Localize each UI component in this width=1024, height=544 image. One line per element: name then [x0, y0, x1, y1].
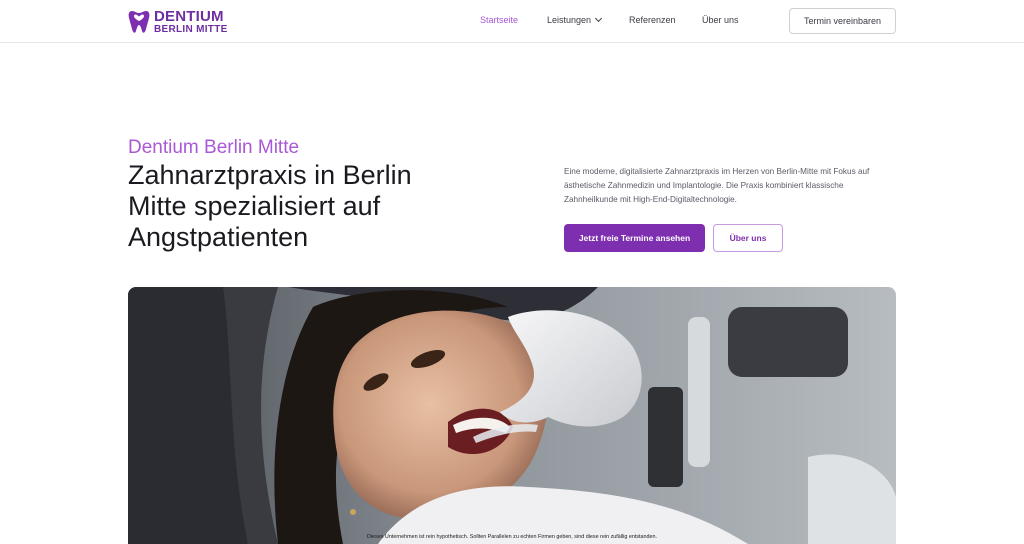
- view-appointments-button[interactable]: Jetzt freie Termine ansehen: [564, 224, 705, 252]
- tooth-logo-icon: [128, 11, 150, 33]
- brand-name: DENTIUM: [154, 8, 224, 25]
- hero-description: Eine moderne, digitalisierte Zahnarztpra…: [564, 167, 870, 204]
- chevron-down-icon: [595, 14, 603, 23]
- hero-photo: Dieses Unternehmen ist rein hypothetisch…: [128, 287, 896, 544]
- site-header: DENTIUM BERLIN MITTE Startseite Leistung…: [0, 0, 1024, 43]
- nav-item-ueber-uns[interactable]: Über uns: [702, 15, 739, 25]
- nav-item-referenzen[interactable]: Referenzen: [629, 15, 676, 25]
- nav-item-startseite[interactable]: Startseite: [480, 15, 518, 25]
- brand-location: BERLIN MITTE: [154, 24, 228, 35]
- photo-disclaimer: Dieses Unternehmen ist rein hypothetisch…: [367, 534, 657, 540]
- hero-eyebrow: Dentium Berlin Mitte: [128, 137, 300, 158]
- nav-item-leistungen[interactable]: Leistungen: [547, 14, 603, 25]
- dental-patient-image: Dieses Unternehmen ist rein hypothetisch…: [128, 287, 896, 544]
- hero-headline: Zahnarztpraxis in Berlin Mitte spezialis…: [128, 160, 412, 252]
- appointment-button[interactable]: Termin vereinbaren: [789, 8, 896, 34]
- brand-logo[interactable]: DENTIUM BERLIN MITTE: [128, 8, 228, 36]
- about-us-button[interactable]: Über uns: [713, 224, 783, 252]
- nav-item-leistungen-label: Leistungen: [547, 15, 592, 25]
